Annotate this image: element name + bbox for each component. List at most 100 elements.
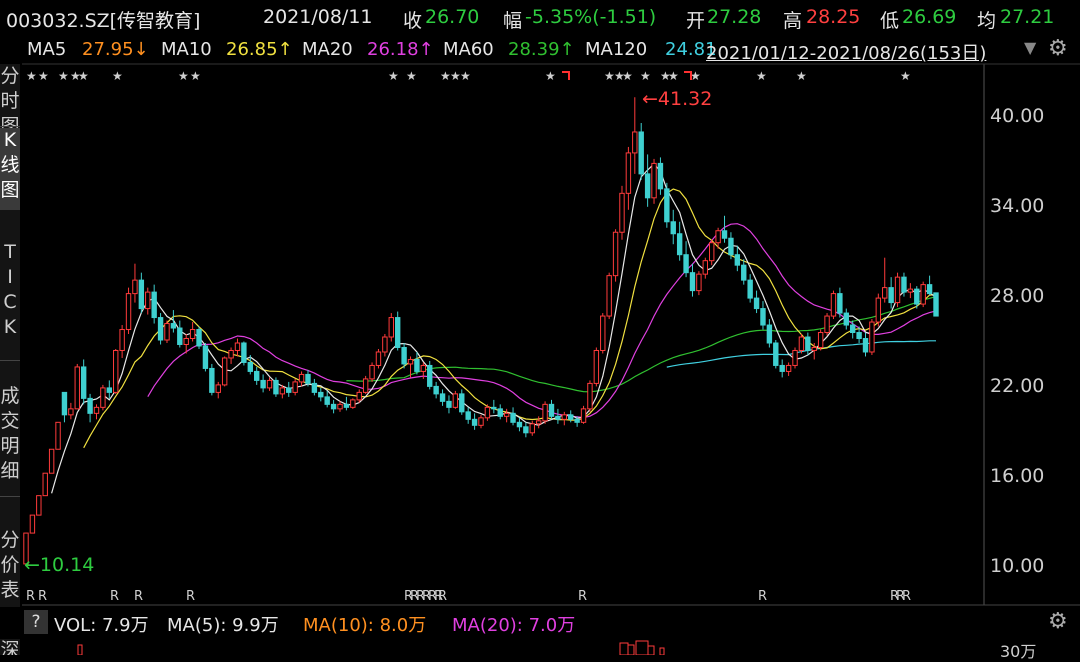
candle-body: [837, 293, 843, 314]
candle-body: [625, 152, 632, 194]
candle-body: [747, 279, 753, 299]
candle-body: [61, 391, 68, 416]
candle-body: [491, 406, 497, 410]
change-label: 幅: [503, 10, 523, 32]
candle-body: [356, 391, 362, 401]
candle-body: [856, 332, 862, 340]
candle-body: [439, 393, 446, 402]
candle-body: [548, 403, 555, 417]
candle-body: [29, 514, 36, 534]
event-star-marker: ★: [26, 69, 37, 83]
candle-body: [741, 264, 747, 281]
event-star-marker: ★: [190, 69, 201, 83]
sidebar-divider: [0, 126, 20, 127]
candle-body: [343, 403, 350, 408]
event-star-marker: ★: [38, 69, 49, 83]
volume-bar: [635, 640, 649, 655]
candle-body: [209, 367, 215, 393]
candle-body: [734, 254, 741, 266]
tab-price-table-label: 分价表: [0, 529, 20, 601]
candle-body: [375, 351, 382, 366]
candle-body: [542, 403, 548, 422]
candle-body: [362, 378, 369, 393]
candle-body: [926, 284, 933, 295]
candle-body: [266, 379, 273, 389]
ma20-value: 26.18↑: [367, 39, 434, 60]
tab-kline-label: K线图: [0, 129, 20, 201]
ma5-label: MA5: [27, 39, 67, 60]
change-value: -5.35%(-1.51): [525, 6, 657, 28]
ma60-label: MA60: [443, 39, 494, 60]
candle-body: [433, 385, 439, 395]
candle-body: [580, 408, 587, 423]
candle-body: [632, 131, 638, 154]
ma120-label: MA120: [585, 39, 648, 60]
candle-body: [330, 403, 337, 410]
tab-kline[interactable]: K线图: [0, 128, 20, 210]
candle-body: [189, 329, 196, 340]
volume-bar: [619, 642, 629, 655]
candle-body: [503, 412, 510, 417]
candle-body: [593, 349, 600, 384]
candle-body: [773, 342, 779, 366]
rights-r-marker: R: [438, 589, 447, 604]
candle-body: [119, 329, 125, 351]
candle-body: [664, 188, 670, 223]
candle-body: [670, 221, 676, 235]
candle-body: [907, 288, 914, 293]
candle-body: [157, 317, 164, 341]
candle-body: [920, 284, 926, 305]
candle-body: [676, 233, 683, 256]
vol-ma20: MA(20): 7.0万: [452, 615, 576, 636]
ma60-value: 28.39↑: [508, 39, 575, 60]
close-price: 26.70: [425, 6, 480, 28]
ma10-label: MA10: [161, 39, 212, 60]
candle-body: [87, 397, 93, 414]
y-tick-label: 10.00: [990, 555, 1045, 577]
candle-body: [241, 342, 247, 363]
kline-chart[interactable]: ←41.32←10.14★ ★ ★ ★★ ★ ★ ★ ★ ★ ★ ★ ★ ★ ★ ★★ ★ ★★ ★ ★ ★ ★R R R R…: [0, 0, 1080, 655]
gear-icon[interactable]: ⚙: [1048, 36, 1068, 61]
candle-body: [452, 393, 459, 408]
low-label: 低: [880, 10, 900, 32]
candle-body: [388, 317, 394, 338]
event-star-marker: ★: [460, 69, 471, 83]
candle-body: [933, 292, 939, 317]
candle-body: [254, 370, 260, 381]
candle-body: [318, 391, 324, 398]
help-button[interactable]: ?: [24, 610, 48, 634]
rights-r-marker: R: [38, 589, 47, 604]
candle-body: [48, 448, 55, 474]
candle-body: [753, 297, 760, 310]
close-label: 收: [403, 10, 423, 32]
event-star-marker: ★: [756, 69, 767, 83]
candle-body: [683, 254, 689, 274]
candle-body: [798, 336, 805, 351]
y-tick-label: 22.00: [990, 375, 1045, 397]
candle-body: [785, 364, 792, 372]
tab-tick[interactable]: TICK: [0, 240, 20, 340]
candle-body: [535, 420, 542, 425]
candle-body: [80, 366, 87, 399]
range-dropdown-icon[interactable]: ▼: [1024, 38, 1036, 57]
tab-price-table[interactable]: 分价表: [0, 528, 20, 603]
candle-body: [612, 231, 619, 277]
candle-body: [202, 345, 209, 369]
tab-depth[interactable]: 深: [0, 638, 20, 655]
candle-body: [145, 291, 151, 310]
candle-body: [574, 418, 580, 423]
candle-body: [869, 321, 875, 353]
candle-body: [555, 415, 561, 420]
event-star-marker: ★: [78, 69, 89, 83]
candle-body: [715, 230, 721, 244]
candle-body: [779, 364, 785, 372]
stock-code[interactable]: 003032.SZ[传智教育]: [6, 6, 200, 33]
event-star-marker: ★: [545, 69, 556, 83]
volume-settings-icon[interactable]: ⚙: [1048, 609, 1068, 634]
tab-trade-detail[interactable]: 成交明细: [0, 384, 20, 484]
rights-r-marker: R: [578, 589, 587, 604]
candle-body: [170, 323, 177, 329]
y-tick-label: 40.00: [990, 105, 1045, 127]
event-star-marker: ★: [668, 69, 679, 83]
date-range[interactable]: 2021/01/12-2021/08/26(153日): [706, 39, 986, 65]
